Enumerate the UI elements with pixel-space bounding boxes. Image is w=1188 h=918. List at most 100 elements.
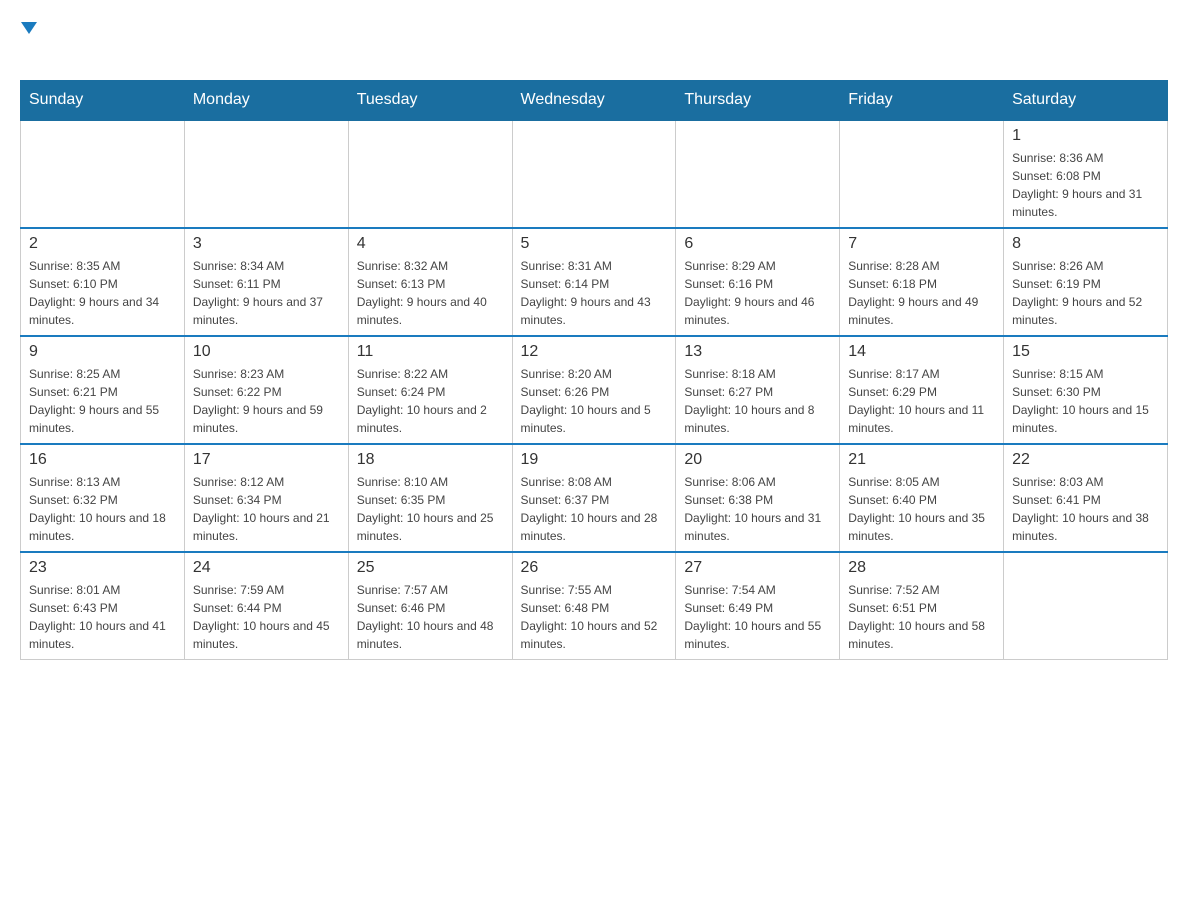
calendar-cell: 17Sunrise: 8:12 AMSunset: 6:34 PMDayligh… (184, 444, 348, 552)
day-info: Sunrise: 8:36 AMSunset: 6:08 PMDaylight:… (1012, 149, 1159, 221)
day-of-week-header: Friday (840, 81, 1004, 121)
logo-arrow-icon (21, 22, 37, 34)
day-number: 15 (1012, 343, 1159, 361)
day-info: Sunrise: 8:20 AMSunset: 6:26 PMDaylight:… (521, 365, 668, 437)
calendar-cell: 9 Sunrise: 8:25 AMSunset: 6:21 PMDaylight… (21, 336, 185, 444)
calendar-week-row: 9 Sunrise: 8:25 AMSunset: 6:21 PMDaylight… (21, 336, 1168, 444)
calendar-week-row: 23 Sunrise: 8:01 AMSunset: 6:43 PMDayligh… (21, 552, 1168, 660)
day-of-week-header: Thursday (676, 81, 840, 121)
day-info: Sunrise: 8:32 AMSunset: 6:13 PMDaylight:… (357, 257, 504, 329)
calendar-cell: 6 Sunrise: 8:29 AMSunset: 6:16 PMDaylight… (676, 228, 840, 336)
day-info: Sunrise: 8:17 AMSunset: 6:29 PMDaylight:… (848, 365, 995, 437)
day-number: 21 (848, 451, 995, 469)
day-info: Sunrise: 8:12 AMSunset: 6:34 PMDaylight:… (193, 473, 340, 545)
calendar-cell: 12 Sunrise: 8:20 AMSunset: 6:26 PMDayligh… (512, 336, 676, 444)
calendar-cell: 14 Sunrise: 8:17 AMSunset: 6:29 PMDayligh… (840, 336, 1004, 444)
calendar-cell: 24 Sunrise: 7:59 AMSunset: 6:44 PMDayligh… (184, 552, 348, 660)
calendar-cell: 28 Sunrise: 7:52 AMSunset: 6:51 PMDayligh… (840, 552, 1004, 660)
day-number: 11 (357, 343, 504, 361)
day-info: Sunrise: 7:55 AMSunset: 6:48 PMDaylight:… (521, 581, 668, 653)
day-info: Sunrise: 8:03 AMSunset: 6:41 PMDaylight:… (1012, 473, 1159, 545)
day-of-week-header: Saturday (1004, 81, 1168, 121)
calendar-week-row: 16 Sunrise: 8:13 AMSunset: 6:32 PMDayligh… (21, 444, 1168, 552)
calendar-cell: 18 Sunrise: 8:10 AMSunset: 6:35 PMDayligh… (348, 444, 512, 552)
day-number: 7 (848, 235, 995, 253)
day-number: 25 (357, 559, 504, 577)
day-number: 28 (848, 559, 995, 577)
day-number: 1 (1012, 127, 1159, 145)
calendar-cell: 23 Sunrise: 8:01 AMSunset: 6:43 PMDayligh… (21, 552, 185, 660)
day-info: Sunrise: 7:59 AMSunset: 6:44 PMDaylight:… (193, 581, 340, 653)
day-info: Sunrise: 8:05 AMSunset: 6:40 PMDaylight:… (848, 473, 995, 545)
calendar-week-row: 2 Sunrise: 8:35 AMSunset: 6:10 PMDaylight… (21, 228, 1168, 336)
calendar-cell: 1 Sunrise: 8:36 AMSunset: 6:08 PMDaylight… (1004, 120, 1168, 228)
day-number: 9 (29, 343, 176, 361)
days-of-week-row: SundayMondayTuesdayWednesdayThursdayFrid… (21, 81, 1168, 121)
calendar-cell (512, 120, 676, 228)
calendar-cell: 13 Sunrise: 8:18 AMSunset: 6:27 PMDayligh… (676, 336, 840, 444)
day-info: Sunrise: 8:26 AMSunset: 6:19 PMDaylight:… (1012, 257, 1159, 329)
calendar-header: SundayMondayTuesdayWednesdayThursdayFrid… (21, 81, 1168, 121)
day-number: 4 (357, 235, 504, 253)
day-number: 6 (684, 235, 831, 253)
calendar-cell (676, 120, 840, 228)
calendar-cell: 8 Sunrise: 8:26 AMSunset: 6:19 PMDaylight… (1004, 228, 1168, 336)
day-number: 24 (193, 559, 340, 577)
day-info: Sunrise: 7:52 AMSunset: 6:51 PMDaylight:… (848, 581, 995, 653)
calendar-cell: 3Sunrise: 8:34 AMSunset: 6:11 PMDaylight… (184, 228, 348, 336)
day-number: 14 (848, 343, 995, 361)
day-number: 12 (521, 343, 668, 361)
calendar-cell: 19Sunrise: 8:08 AMSunset: 6:37 PMDayligh… (512, 444, 676, 552)
calendar-cell: 4 Sunrise: 8:32 AMSunset: 6:13 PMDaylight… (348, 228, 512, 336)
day-info: Sunrise: 8:18 AMSunset: 6:27 PMDaylight:… (684, 365, 831, 437)
day-info: Sunrise: 8:01 AMSunset: 6:43 PMDaylight:… (29, 581, 176, 653)
day-info: Sunrise: 7:57 AMSunset: 6:46 PMDaylight:… (357, 581, 504, 653)
day-of-week-header: Sunday (21, 81, 185, 121)
day-info: Sunrise: 8:22 AMSunset: 6:24 PMDaylight:… (357, 365, 504, 437)
day-info: Sunrise: 8:06 AMSunset: 6:38 PMDaylight:… (684, 473, 831, 545)
calendar-cell (184, 120, 348, 228)
calendar-cell: 16 Sunrise: 8:13 AMSunset: 6:32 PMDayligh… (21, 444, 185, 552)
day-number: 2 (29, 235, 176, 253)
calendar-cell: 11 Sunrise: 8:22 AMSunset: 6:24 PMDayligh… (348, 336, 512, 444)
day-info: Sunrise: 8:13 AMSunset: 6:32 PMDaylight:… (29, 473, 176, 545)
calendar-week-row: 1 Sunrise: 8:36 AMSunset: 6:08 PMDaylight… (21, 120, 1168, 228)
day-info: Sunrise: 8:10 AMSunset: 6:35 PMDaylight:… (357, 473, 504, 545)
day-number: 22 (1012, 451, 1159, 469)
day-info: Sunrise: 8:15 AMSunset: 6:30 PMDaylight:… (1012, 365, 1159, 437)
day-number: 23 (29, 559, 176, 577)
day-number: 5 (521, 235, 668, 253)
day-number: 10 (193, 343, 340, 361)
day-info: Sunrise: 8:35 AMSunset: 6:10 PMDaylight:… (29, 257, 176, 329)
day-of-week-header: Tuesday (348, 81, 512, 121)
day-number: 26 (521, 559, 668, 577)
calendar-cell: 7 Sunrise: 8:28 AMSunset: 6:18 PMDaylight… (840, 228, 1004, 336)
day-number: 8 (1012, 235, 1159, 253)
calendar-cell: 25 Sunrise: 7:57 AMSunset: 6:46 PMDayligh… (348, 552, 512, 660)
calendar-cell: 15 Sunrise: 8:15 AMSunset: 6:30 PMDayligh… (1004, 336, 1168, 444)
day-info: Sunrise: 8:34 AMSunset: 6:11 PMDaylight:… (193, 257, 340, 329)
page-header (20, 20, 1168, 70)
calendar-cell: 2 Sunrise: 8:35 AMSunset: 6:10 PMDaylight… (21, 228, 185, 336)
calendar-body: 1 Sunrise: 8:36 AMSunset: 6:08 PMDaylight… (21, 120, 1168, 660)
calendar-table: SundayMondayTuesdayWednesdayThursdayFrid… (20, 80, 1168, 660)
day-of-week-header: Monday (184, 81, 348, 121)
day-info: Sunrise: 8:23 AMSunset: 6:22 PMDaylight:… (193, 365, 340, 437)
day-info: Sunrise: 8:29 AMSunset: 6:16 PMDaylight:… (684, 257, 831, 329)
calendar-cell: 27Sunrise: 7:54 AMSunset: 6:49 PMDayligh… (676, 552, 840, 660)
day-info: Sunrise: 8:31 AMSunset: 6:14 PMDaylight:… (521, 257, 668, 329)
calendar-cell: 26 Sunrise: 7:55 AMSunset: 6:48 PMDayligh… (512, 552, 676, 660)
calendar-cell: 10 Sunrise: 8:23 AMSunset: 6:22 PMDayligh… (184, 336, 348, 444)
day-number: 13 (684, 343, 831, 361)
day-number: 16 (29, 451, 176, 469)
calendar-cell: 22 Sunrise: 8:03 AMSunset: 6:41 PMDayligh… (1004, 444, 1168, 552)
day-of-week-header: Wednesday (512, 81, 676, 121)
calendar-cell (348, 120, 512, 228)
day-number: 27 (684, 559, 831, 577)
day-info: Sunrise: 8:25 AMSunset: 6:21 PMDaylight:… (29, 365, 176, 437)
day-info: Sunrise: 8:28 AMSunset: 6:18 PMDaylight:… (848, 257, 995, 329)
calendar-cell (1004, 552, 1168, 660)
calendar-cell: 21 Sunrise: 8:05 AMSunset: 6:40 PMDayligh… (840, 444, 1004, 552)
day-number: 18 (357, 451, 504, 469)
day-info: Sunrise: 8:08 AMSunset: 6:37 PMDaylight:… (521, 473, 668, 545)
